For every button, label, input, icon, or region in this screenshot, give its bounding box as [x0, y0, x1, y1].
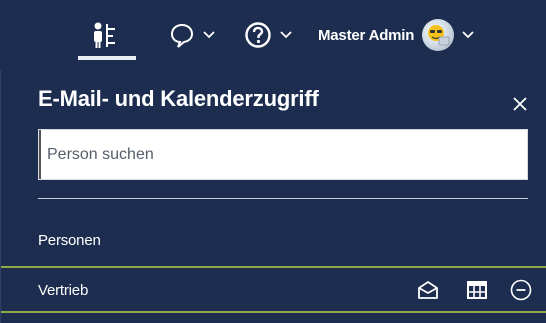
user-name: Master Admin — [318, 26, 415, 44]
avatar — [422, 19, 455, 51]
person-search-input[interactable] — [39, 130, 527, 179]
chevron-down-icon — [203, 31, 215, 39]
remove-circle-icon — [510, 279, 532, 301]
close-button[interactable] — [509, 93, 531, 115]
mail-calendar-access-panel: E-Mail- und Kalenderzugriff Personen Ver… — [0, 70, 546, 323]
chat-menu-button[interactable] — [162, 0, 222, 70]
remove-group-button[interactable] — [509, 278, 533, 302]
close-icon — [513, 97, 527, 111]
help-icon — [245, 22, 271, 48]
chevron-down-icon — [462, 31, 474, 39]
mail-open-icon — [418, 281, 438, 299]
chevron-down-icon — [280, 31, 292, 39]
person-search-box — [38, 129, 528, 180]
list-item-group[interactable]: Vertrieb — [1, 266, 546, 313]
calendar-grid-icon — [467, 281, 487, 299]
chat-bubble-icon — [170, 23, 194, 48]
people-directory-button[interactable] — [78, 0, 136, 70]
divider — [38, 198, 528, 199]
people-directory-icon — [94, 22, 115, 48]
user-menu-button[interactable]: Master Admin — [318, 0, 538, 70]
help-menu-button[interactable] — [236, 0, 300, 70]
section-label-people: Personen — [38, 232, 101, 249]
group-name: Vertrieb — [38, 282, 89, 299]
panel-title: E-Mail- und Kalenderzugriff — [38, 86, 319, 111]
active-tab-indicator — [78, 56, 136, 60]
mail-access-button[interactable] — [416, 278, 440, 302]
avatar-icon — [428, 25, 450, 46]
top-navigation-bar: Master Admin — [0, 0, 546, 70]
calendar-access-button[interactable] — [465, 278, 489, 302]
